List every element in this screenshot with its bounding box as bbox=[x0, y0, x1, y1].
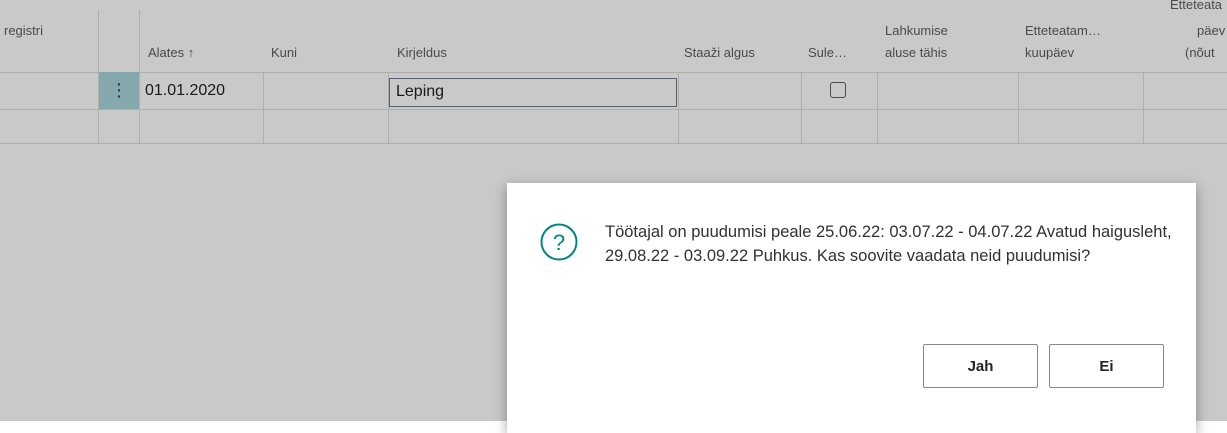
dialog-message: Töötajal on puudumisi peale 25.06.22: 03… bbox=[605, 223, 1172, 265]
question-icon: ? bbox=[540, 223, 578, 261]
no-button[interactable]: Ei bbox=[1049, 344, 1164, 388]
question-icon-glyph: ? bbox=[553, 230, 565, 255]
confirm-dialog: ? Töötajal on puudumisi peale 25.06.22: … bbox=[507, 183, 1196, 433]
yes-button[interactable]: Jah bbox=[923, 344, 1038, 388]
page: registri Alates ↑ Kuni Kirjeldus Staaži … bbox=[0, 0, 1227, 433]
